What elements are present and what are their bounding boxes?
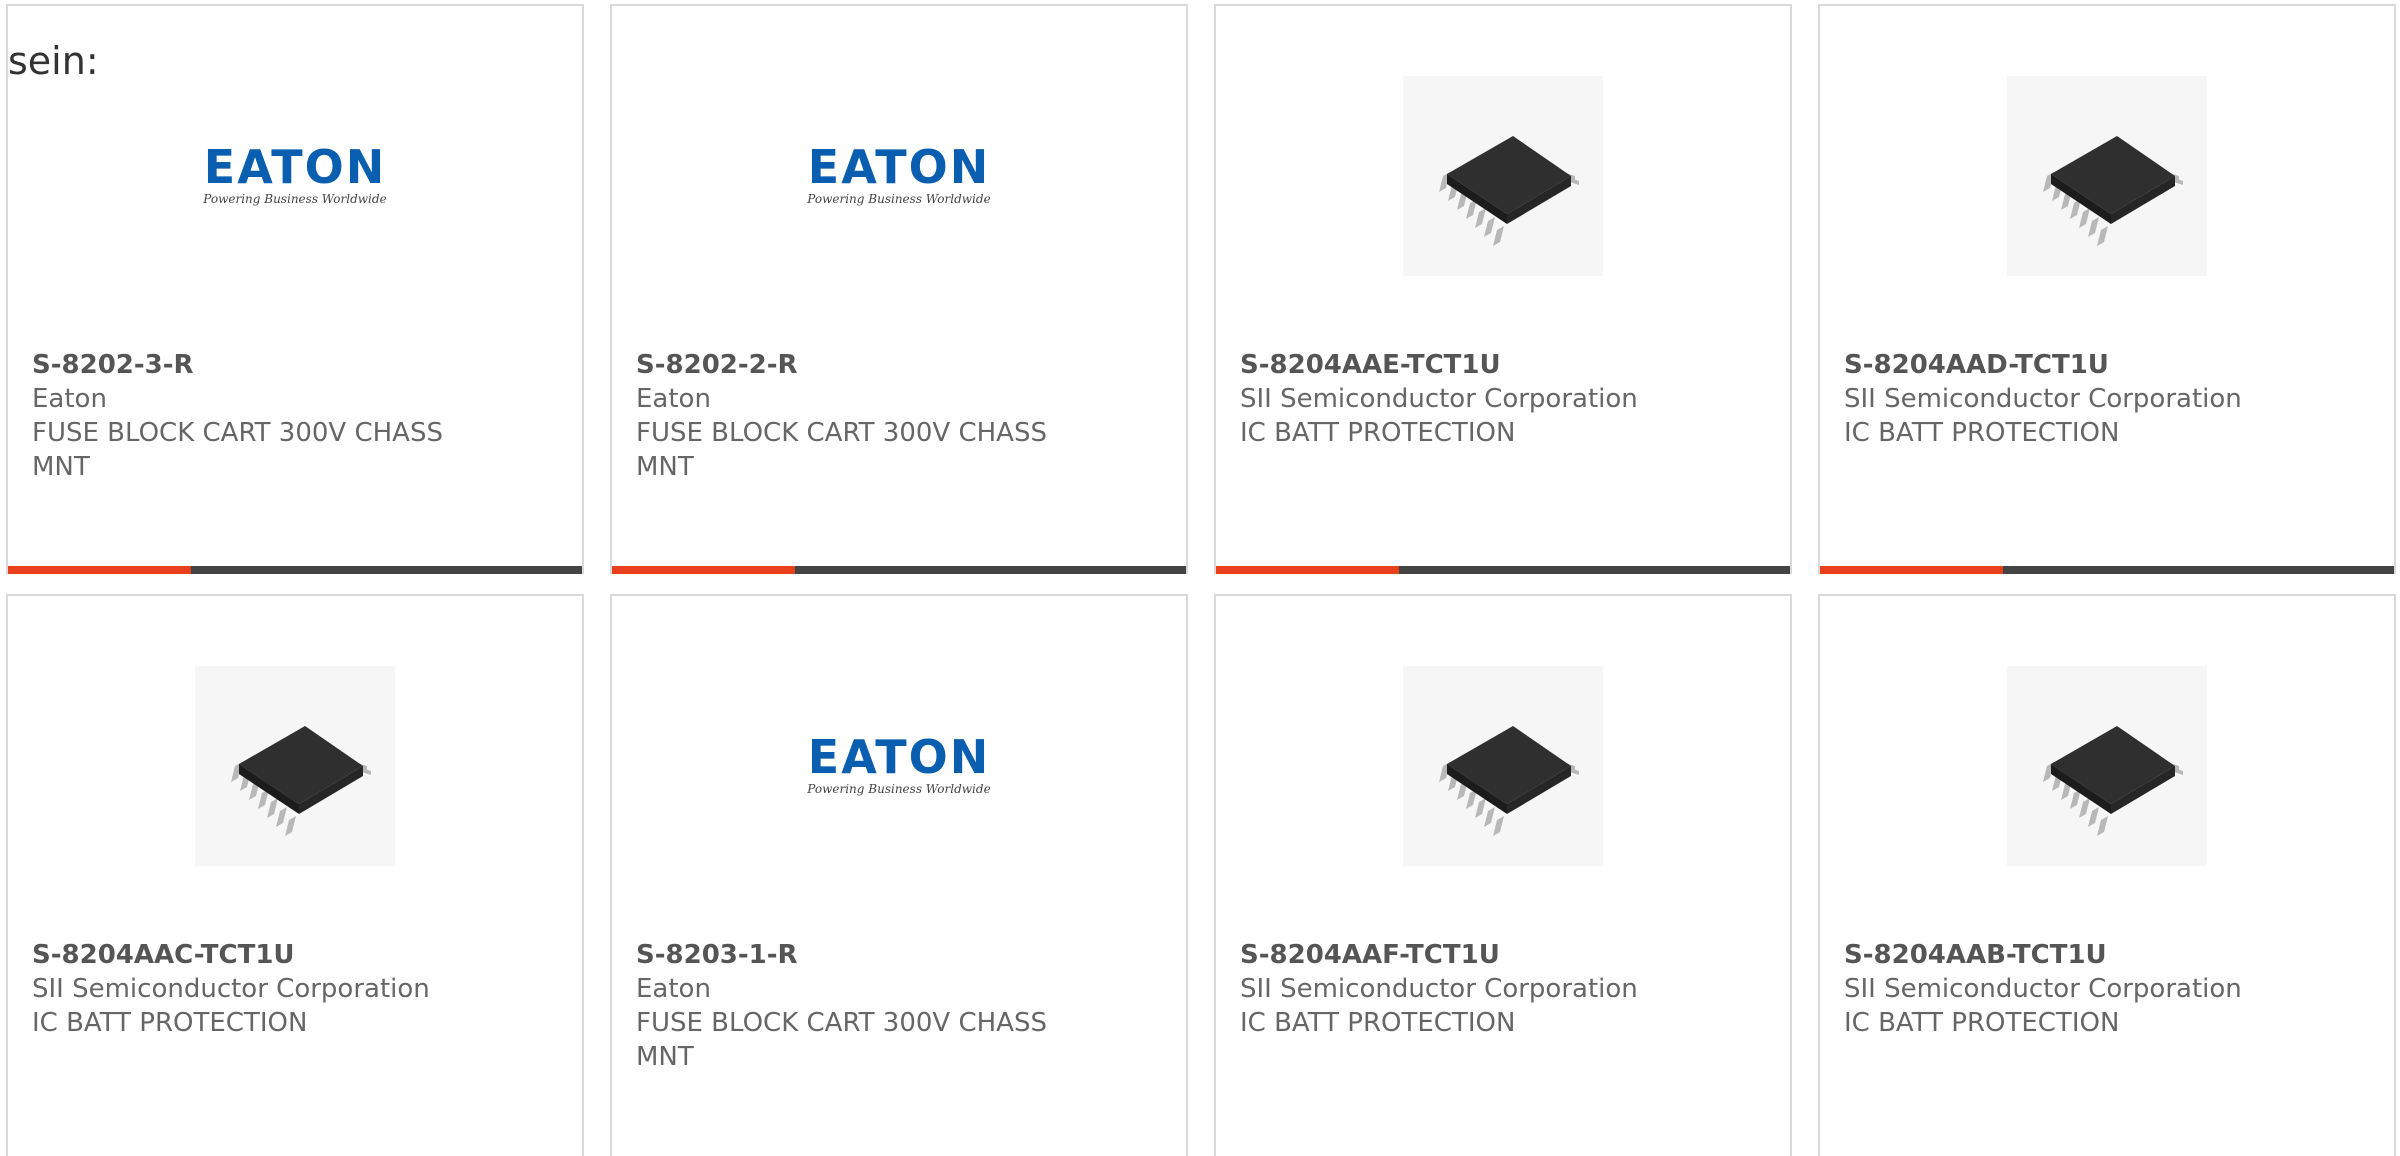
ic-chip-icon (231, 726, 371, 836)
manufacturer: Eaton (636, 974, 711, 1004)
part-number[interactable]: S-8204AAE-TCT1U (1240, 348, 1660, 382)
part-number[interactable]: S-8204AAC-TCT1U (32, 938, 452, 972)
description: IC BATT PROTECTION (1844, 1008, 2120, 1038)
part-number[interactable]: S-8204AAD-TCT1U (1844, 348, 2264, 382)
ic-chip-icon (2043, 726, 2183, 836)
manufacturer: Eaton (636, 384, 711, 414)
ic-chip-image (1403, 76, 1603, 276)
product-image[interactable] (1216, 666, 1790, 866)
eaton-logo: EATON Powering Business Worldwide (193, 143, 397, 209)
manufacturer: SII Semiconductor Corporation (1844, 384, 2242, 414)
manufacturer: SII Semiconductor Corporation (1844, 974, 2242, 1004)
product-card[interactable]: S-8204AAF-TCT1U SII Semiconductor Corpor… (1214, 594, 1792, 1156)
description: FUSE BLOCK CART 300V CHASS MNT (32, 418, 443, 482)
description: IC BATT PROTECTION (1844, 418, 2120, 448)
ic-chip-image (1403, 666, 1603, 866)
product-image[interactable] (1820, 666, 2394, 866)
card-accent (8, 566, 191, 574)
product-image[interactable]: EATON Powering Business Worldwide (612, 666, 1186, 866)
product-card[interactable]: S-8204AAB-TCT1U SII Semiconductor Corpor… (1818, 594, 2396, 1156)
product-card[interactable]: S-8204AAE-TCT1U SII Semiconductor Corpor… (1214, 4, 1792, 574)
card-bottom-bar (1216, 566, 1790, 574)
ic-chip-icon (2043, 136, 2183, 246)
description: IC BATT PROTECTION (1240, 418, 1516, 448)
eaton-logo-word: EATON (807, 140, 991, 194)
product-image[interactable]: EATON Powering Business Worldwide (612, 76, 1186, 276)
ic-chip-image (2007, 666, 2207, 866)
manufacturer: SII Semiconductor Corporation (1240, 384, 1638, 414)
product-card[interactable]: S-8204AAC-TCT1U SII Semiconductor Corpor… (6, 594, 584, 1156)
card-accent (612, 566, 795, 574)
eaton-logo-word: EATON (203, 140, 387, 194)
product-image[interactable]: EATON Powering Business Worldwide (8, 76, 582, 276)
card-bottom-bar (612, 566, 1186, 574)
card-bottom-bar (8, 566, 582, 574)
part-number[interactable]: S-8202-3-R (32, 348, 452, 382)
part-number[interactable]: S-8202-2-R (636, 348, 1056, 382)
manufacturer: SII Semiconductor Corporation (32, 974, 430, 1004)
part-number[interactable]: S-8203-1-R (636, 938, 1056, 972)
card-accent (1216, 566, 1399, 574)
intro-text: sein: (8, 39, 99, 83)
part-number[interactable]: S-8204AAF-TCT1U (1240, 938, 1660, 972)
eaton-logo-tagline: Powering Business Worldwide (203, 192, 387, 206)
part-number[interactable]: S-8204AAB-TCT1U (1844, 938, 2264, 972)
ic-chip-icon (1439, 726, 1579, 836)
product-image[interactable] (1216, 76, 1790, 276)
card-accent (1820, 566, 2003, 574)
eaton-logo: EATON Powering Business Worldwide (797, 733, 1001, 799)
product-image[interactable] (1820, 76, 2394, 276)
manufacturer: SII Semiconductor Corporation (1240, 974, 1638, 1004)
eaton-logo-word: EATON (807, 730, 991, 784)
eaton-logo-tagline: Powering Business Worldwide (807, 782, 991, 796)
product-grid-page: sein: EATON Powering Business Worldwide S… (0, 0, 2400, 1156)
product-card[interactable]: EATON Powering Business Worldwide S-8202-… (610, 4, 1188, 574)
description: IC BATT PROTECTION (32, 1008, 308, 1038)
ic-chip-image (2007, 76, 2207, 276)
eaton-logo: EATON Powering Business Worldwide (797, 143, 1001, 209)
description: IC BATT PROTECTION (1240, 1008, 1516, 1038)
product-image[interactable] (8, 666, 582, 866)
description: FUSE BLOCK CART 300V CHASS MNT (636, 1008, 1047, 1072)
manufacturer: Eaton (32, 384, 107, 414)
product-card[interactable]: EATON Powering Business Worldwide S-8202-… (6, 4, 584, 574)
card-bottom-bar (1820, 566, 2394, 574)
ic-chip-image (195, 666, 395, 866)
product-card[interactable]: S-8204AAD-TCT1U SII Semiconductor Corpor… (1818, 4, 2396, 574)
ic-chip-icon (1439, 136, 1579, 246)
description: FUSE BLOCK CART 300V CHASS MNT (636, 418, 1047, 482)
eaton-logo-tagline: Powering Business Worldwide (807, 192, 991, 206)
product-card[interactable]: EATON Powering Business Worldwide S-8203-… (610, 594, 1188, 1156)
